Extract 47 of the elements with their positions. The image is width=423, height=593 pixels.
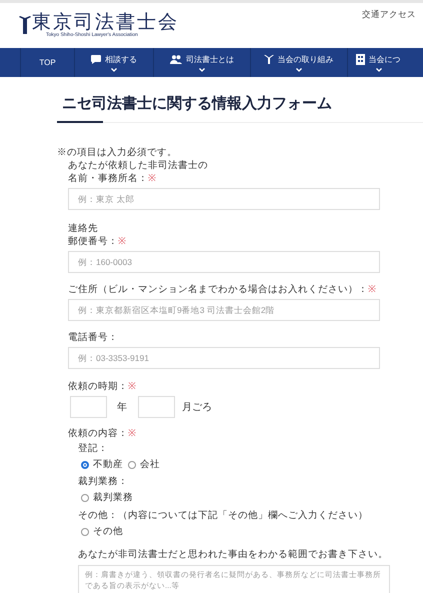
nav-item[interactable]: TOP: [20, 48, 74, 77]
unit-label: 月ごろ: [182, 400, 212, 414]
chat-icon: [91, 55, 102, 64]
sprout-icon: [264, 55, 274, 64]
input-field[interactable]: 例：160-0003: [68, 251, 380, 273]
field-label: あなたが依頼した非司法書士の: [68, 159, 209, 172]
nav-item[interactable]: 当会の取り組み: [250, 48, 347, 77]
field-label: 依頼の時期：: [68, 380, 128, 393]
chevron-down-icon: [376, 68, 382, 72]
required-note: ※の項目は入力必須です。: [57, 146, 178, 159]
logo-title[interactable]: 東京司法書士会: [32, 12, 179, 32]
chevron-down-icon: [198, 68, 205, 72]
field-label: 郵便番号：: [68, 235, 118, 248]
nav-item[interactable]: 当会につ: [346, 48, 423, 77]
input-field[interactable]: 例：03-3353-9191: [68, 347, 380, 369]
field-label: 連絡先: [68, 222, 99, 235]
field-label: 依頼の内容：: [68, 427, 128, 440]
page-title: ニセ司法書士に関する情報入力フォーム: [62, 94, 333, 114]
radio-option[interactable]: 裁判業務: [81, 491, 133, 506]
required-mark: ※: [118, 235, 126, 248]
required-mark: ※: [128, 427, 136, 440]
radio-option[interactable]: 会社: [128, 458, 160, 472]
building-icon: [356, 54, 365, 65]
required-mark: ※: [148, 172, 156, 185]
chevron-down-icon: [296, 68, 302, 72]
required-mark: ※: [128, 380, 136, 393]
people-icon: [170, 55, 182, 64]
field-label: 電話番号：: [68, 331, 119, 344]
nav-item[interactable]: 司法書士とは: [152, 48, 250, 77]
radio-option[interactable]: 不動産: [81, 458, 123, 472]
input-field[interactable]: [138, 396, 175, 418]
input-field[interactable]: [70, 396, 107, 418]
group-label: その他：（内容については下記「その他」欄へご入力ください）: [78, 508, 369, 522]
chevron-down-icon: [111, 68, 118, 72]
radio-option[interactable]: その他: [81, 524, 123, 539]
required-mark: ※: [368, 283, 376, 296]
nav-item[interactable]: 相談する: [74, 48, 153, 77]
input-field[interactable]: 例：東京 太郎: [68, 188, 380, 210]
access-link[interactable]: 交通アクセス: [362, 8, 416, 21]
group-label: 登記：: [78, 442, 109, 455]
input-field[interactable]: 例：東京都新宿区本塩町9番地3 司法書士会館2階: [68, 299, 380, 321]
field-label: あなたが非司法書士だと思われた事由をわかる範囲でお書き下さい。: [78, 548, 389, 561]
group-label: 裁判業務：: [78, 475, 129, 488]
logo-icon[interactable]: [18, 14, 32, 34]
field-label: 名前・事務所名：: [68, 172, 148, 185]
field-label: ご住所（ビル・マンション名までわかる場合はお入れください）：: [68, 283, 368, 296]
unit-label: 年: [117, 400, 127, 414]
